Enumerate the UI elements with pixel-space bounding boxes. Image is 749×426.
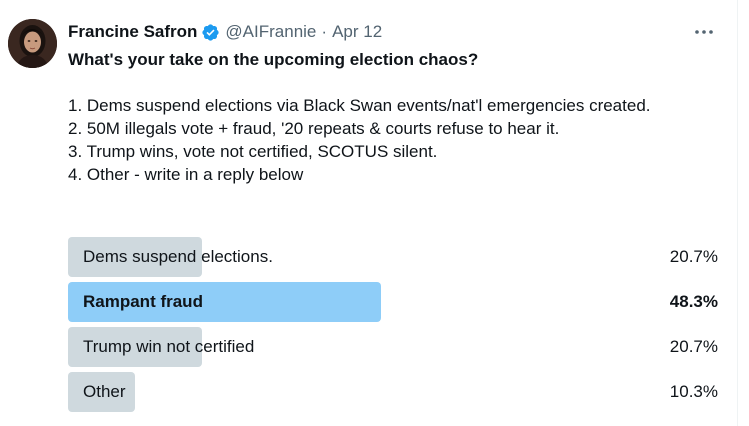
- poll-option-other[interactable]: Other 10.3%: [68, 372, 718, 412]
- verified-badge-icon: [201, 23, 220, 42]
- poll-option-rampant-fraud[interactable]: Rampant fraud 48.3%: [68, 282, 718, 322]
- poll-option-percent: 48.3%: [669, 292, 718, 311]
- poll-option-dems-suspend[interactable]: Dems suspend elections. 20.7%: [68, 237, 718, 277]
- more-options-button[interactable]: [690, 20, 718, 44]
- tweet: Francine Safron @AIFrannie · Apr 12 What…: [0, 0, 738, 426]
- author-display-name[interactable]: Francine Safron: [68, 22, 197, 42]
- tweet-question: What's your take on the upcoming electio…: [68, 50, 479, 69]
- poll-option-label: Other: [83, 382, 126, 401]
- poll-option-percent: 10.3%: [669, 382, 718, 401]
- header-separator: ·: [321, 22, 328, 41]
- poll-option-trump-not-certified[interactable]: Trump win not certified 20.7%: [68, 327, 718, 367]
- tweet-date[interactable]: Apr 12: [332, 22, 382, 42]
- tweet-line-4: 4. Other - write in a reply below: [68, 165, 304, 184]
- poll-option-percent: 20.7%: [669, 247, 718, 266]
- poll-option-percent: 20.7%: [669, 337, 718, 356]
- tweet-line-3: 3. Trump wins, vote not certified, SCOTU…: [68, 142, 438, 161]
- tweet-line-2: 2. 50M illegals vote + fraud, '20 repeat…: [68, 119, 560, 138]
- poll-option-label: Dems suspend elections.: [83, 247, 273, 266]
- more-options-icon: [695, 30, 713, 34]
- avatar-photo-icon: [8, 19, 57, 68]
- poll: Dems suspend elections. 20.7% Rampant fr…: [68, 237, 718, 417]
- avatar[interactable]: [8, 19, 57, 68]
- tweet-header: Francine Safron @AIFrannie · Apr 12: [68, 20, 382, 44]
- author-handle[interactable]: @AIFrannie: [225, 22, 316, 42]
- tweet-line-1: 1. Dems suspend elections via Black Swan…: [68, 96, 651, 115]
- tweet-text: What's your take on the upcoming electio…: [68, 48, 708, 186]
- poll-option-label: Rampant fraud: [83, 292, 203, 311]
- poll-option-label: Trump win not certified: [83, 337, 255, 356]
